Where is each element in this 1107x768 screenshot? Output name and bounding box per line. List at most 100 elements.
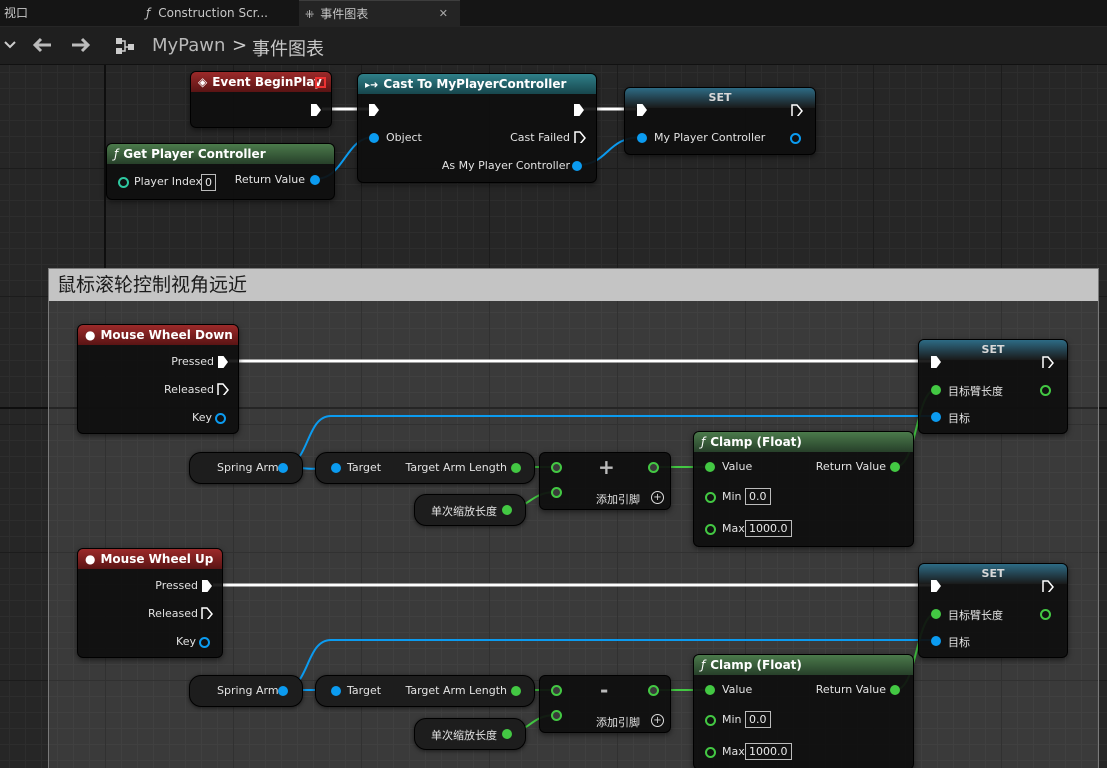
max-value-field[interactable]: 1000.0 (745, 520, 792, 537)
released-exec-pin[interactable] (201, 607, 213, 619)
player-index-pin[interactable] (118, 177, 129, 188)
event-graph-canvas[interactable]: 鼠标滚轮控制视角远近 ◈ Event BeginPlay ▸➜ Cast To My… (0, 65, 1107, 768)
exec-out-pin[interactable] (311, 104, 321, 116)
get-target-arm-length-node-up[interactable]: Target Target Arm Length (315, 675, 535, 707)
pressed-exec-pin[interactable] (202, 580, 212, 592)
zoom-step-output-pin[interactable] (502, 505, 512, 515)
clamp-float-node-down[interactable]: ƒ Clamp (Float) Value Return Value Min 0.… (693, 431, 914, 547)
spring-arm-output-pin[interactable] (278, 686, 288, 696)
return-value-pin[interactable] (310, 175, 320, 185)
chevron-down-icon[interactable] (4, 40, 16, 50)
set-player-controller-node[interactable]: SET My Player Controller (624, 87, 816, 155)
exec-in-pin[interactable] (369, 104, 379, 116)
zoom-step-output-pin[interactable] (502, 729, 512, 739)
max-input-pin[interactable] (705, 747, 716, 758)
get-player-controller-node[interactable]: ƒ Get Player Controller Player Index 0 Re… (106, 143, 335, 200)
mouse-wheel-down-node[interactable]: ● Mouse Wheel Down Pressed Released Key (77, 324, 239, 434)
breadcrumb-root[interactable]: MyPawn (152, 35, 225, 56)
min-input-pin[interactable] (705, 492, 716, 503)
subtract-input-b-pin[interactable] (551, 710, 562, 721)
set-target-arm-length-node-up[interactable]: SET 目标臂长度 目标 (918, 563, 1068, 658)
return-value-pin[interactable] (890, 462, 900, 472)
subtract-node[interactable]: - 添加引脚 + (539, 675, 671, 733)
pin-label-arm-length: 目标臂长度 (948, 385, 1003, 398)
pin-label-pressed: Pressed (171, 355, 214, 368)
clamp-float-node-up[interactable]: ƒ Clamp (Float) Value Return Value Min 0.… (693, 654, 914, 768)
forward-arrow-icon[interactable] (70, 37, 92, 53)
target-input-pin[interactable] (931, 412, 941, 422)
arm-length-input-pin[interactable] (931, 609, 941, 619)
pin-label-cast-failed: Cast Failed (510, 131, 570, 144)
close-icon[interactable]: ✕ (439, 1, 448, 27)
tab-construction-script[interactable]: ƒ Construction Scr... (140, 0, 290, 26)
arm-length-input-pin[interactable] (931, 385, 941, 395)
player-controller-input-pin[interactable] (637, 133, 647, 143)
delegate-pin-icon[interactable] (315, 77, 326, 88)
value-input-pin[interactable] (705, 685, 715, 695)
arm-length-output-pin[interactable] (1040, 385, 1051, 396)
min-value-field[interactable]: 0.0 (745, 488, 771, 505)
subtract-input-a-pin[interactable] (551, 685, 562, 696)
node-title: Mouse Wheel Down (100, 328, 233, 342)
add-input-a-pin[interactable] (551, 462, 562, 473)
add-pin-plus-icon[interactable]: + (651, 491, 664, 504)
get-target-arm-length-node-down[interactable]: Target Target Arm Length (315, 452, 535, 484)
exec-out-pin[interactable] (791, 104, 803, 116)
back-arrow-icon[interactable] (31, 37, 53, 53)
key-output-pin[interactable] (199, 637, 210, 648)
spring-arm-variable-up[interactable]: Spring Arm (189, 675, 303, 707)
arm-length-output-pin[interactable] (1040, 609, 1051, 620)
released-exec-pin[interactable] (217, 383, 229, 395)
breadcrumb-current: 事件图表 (252, 39, 324, 60)
pin-label-pressed: Pressed (155, 579, 198, 592)
pressed-exec-pin[interactable] (218, 356, 228, 368)
object-input-pin[interactable] (369, 133, 379, 143)
cast-to-myplayercontroller-node[interactable]: ▸➜ Cast To MyPlayerController Object Cast… (357, 73, 597, 183)
player-index-field[interactable]: 0 (201, 174, 216, 191)
min-value-field[interactable]: 0.0 (745, 711, 771, 728)
target-input-pin[interactable] (931, 636, 941, 646)
subtract-symbol: - (600, 678, 609, 702)
event-beginplay-node[interactable]: ◈ Event BeginPlay (190, 71, 332, 128)
spring-arm-variable-down[interactable]: Spring Arm (189, 452, 303, 484)
pin-label-max: Max (722, 522, 745, 535)
pin-label-key: Key (176, 635, 196, 648)
tab-construction-label: Construction Scr... (158, 6, 268, 20)
arm-length-output-pin[interactable] (511, 463, 521, 473)
pin-label-target: 目标 (948, 412, 970, 425)
add-input-b-pin[interactable] (551, 487, 562, 498)
node-title: Event BeginPlay (212, 75, 322, 89)
spring-arm-output-pin[interactable] (278, 463, 288, 473)
add-output-pin[interactable] (648, 462, 659, 473)
arm-length-output-pin[interactable] (511, 686, 521, 696)
node-title: Mouse Wheel Up (100, 552, 214, 566)
graph-icon: ⁜ (305, 8, 315, 21)
exec-out-pin[interactable] (1042, 356, 1054, 368)
min-input-pin[interactable] (705, 715, 716, 726)
return-value-pin[interactable] (890, 685, 900, 695)
set-target-arm-length-node-down[interactable]: SET 目标臂长度 目标 (918, 339, 1068, 434)
tab-viewport-label: 视口 (4, 6, 29, 20)
key-output-pin[interactable] (215, 413, 226, 424)
value-input-pin[interactable] (705, 462, 715, 472)
add-pin-label[interactable]: 添加引脚 (596, 714, 640, 730)
add-node[interactable]: + 添加引脚 + (539, 452, 671, 510)
mouse-wheel-up-node[interactable]: ● Mouse Wheel Up Pressed Released Key (77, 548, 223, 658)
add-pin-plus-icon[interactable]: + (651, 714, 664, 727)
tab-viewport[interactable]: 视口 (4, 0, 28, 26)
as-pc-output-pin[interactable] (572, 161, 582, 171)
zoom-step-variable-up[interactable]: 单次缩放长度 (414, 718, 526, 750)
tab-event-graph[interactable]: ⁜ 事件图表 ✕ (299, 0, 460, 27)
player-controller-output-pin[interactable] (790, 133, 801, 144)
exec-out-pin[interactable] (574, 104, 584, 116)
add-pin-label[interactable]: 添加引脚 (596, 491, 640, 507)
target-input-pin[interactable] (331, 686, 341, 696)
tab-event-graph-label: 事件图表 (320, 7, 369, 21)
cast-failed-exec-pin[interactable] (574, 131, 586, 143)
subtract-output-pin[interactable] (648, 685, 659, 696)
target-input-pin[interactable] (331, 463, 341, 473)
max-value-field[interactable]: 1000.0 (745, 743, 792, 760)
exec-out-pin[interactable] (1042, 580, 1054, 592)
max-input-pin[interactable] (705, 524, 716, 535)
zoom-step-variable-down[interactable]: 单次缩放长度 (414, 494, 526, 526)
